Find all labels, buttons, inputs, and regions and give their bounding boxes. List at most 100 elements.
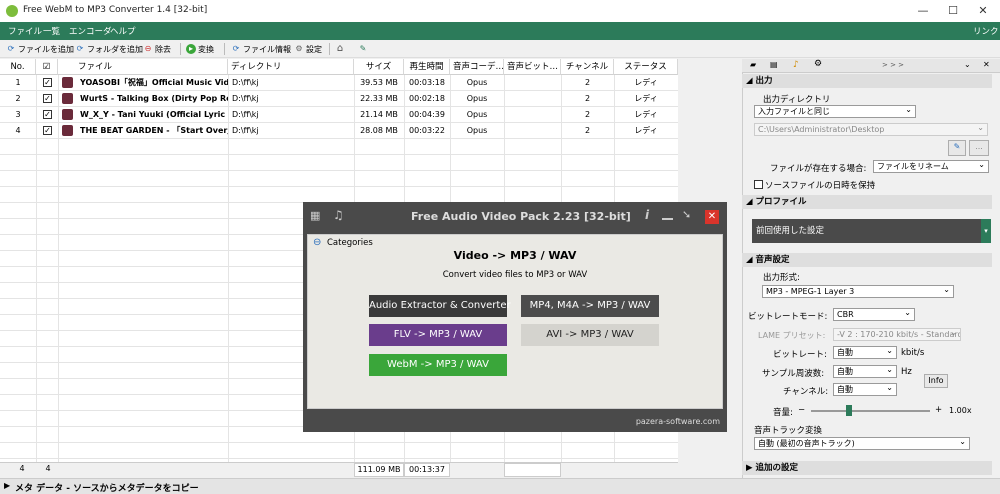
dialog-close-button[interactable]: ✕	[705, 210, 719, 224]
menu-link[interactable]: リンク	[973, 25, 999, 37]
close-button[interactable]: ✕	[968, 0, 998, 22]
document-tab-icon[interactable]: ▤	[770, 60, 778, 69]
convert-button[interactable]: ▸ 変換	[186, 42, 214, 56]
convert-label: 変換	[198, 44, 214, 54]
row-directory: D:\ff\kj	[232, 78, 259, 87]
col-header-status[interactable]: ステータス	[614, 59, 678, 75]
profile-select[interactable]: 前回使用した設定 ▾	[752, 219, 991, 243]
audio-header-label: 音声設定	[755, 255, 790, 265]
bitrate-unit: kbit/s	[901, 348, 925, 358]
output-section-header[interactable]: ◢ 出力	[742, 74, 992, 88]
advanced-section-header[interactable]: ▶ 追加の設定	[742, 461, 992, 475]
more-tabs[interactable]: > > >	[882, 61, 904, 69]
music-tab-icon[interactable]: ♪	[793, 60, 799, 70]
row-size: 28.08 MB	[360, 126, 398, 135]
folder-tab-icon[interactable]: ▰	[750, 60, 756, 69]
col-header-no[interactable]: No.	[0, 59, 36, 75]
row-duration: 00:04:39	[409, 110, 445, 119]
pin-button[interactable]: ✎	[358, 42, 370, 56]
volume-decrease[interactable]: −	[798, 405, 805, 415]
music-icon[interactable]: ♫	[333, 208, 344, 222]
output-dir-select[interactable]: 入力ファイルと同じ	[754, 105, 916, 118]
file-thumbnail-icon	[62, 125, 73, 136]
minimize-button[interactable]: —	[908, 0, 938, 22]
minimize-icon[interactable]	[662, 211, 673, 220]
settings-button[interactable]: ⚙ 設定	[294, 42, 322, 56]
volume-slider-handle[interactable]	[846, 405, 852, 416]
bitrate-select[interactable]: 自動	[833, 346, 897, 359]
row-file: WurtS - Talking Box (Dirty Pop Remix) …	[80, 94, 228, 103]
info-icon[interactable]: i	[645, 208, 649, 222]
row-codec: Opus	[466, 126, 488, 135]
menu-help[interactable]: ヘルプ	[110, 25, 136, 37]
keep-date-label: ソースファイルの日時を保持	[765, 181, 876, 191]
file-exists-select[interactable]: ファイルをリネーム	[873, 160, 989, 173]
row-checkbox[interactable]: ✓	[43, 110, 52, 119]
col-header-size[interactable]: サイズ	[354, 59, 404, 75]
col-header-duration[interactable]: 再生時間	[404, 59, 450, 75]
row-size: 21.14 MB	[360, 110, 398, 119]
advanced-header-label: 追加の設定	[755, 463, 799, 473]
col-header-codec[interactable]: 音声コーデ…	[450, 59, 504, 75]
flv-button[interactable]: FLV -> MP3 / WAV	[369, 324, 507, 346]
status-bar[interactable]: ▶ メタ データ - ソースからメタデータをコピー	[0, 478, 1000, 494]
row-file: THE BEAT GARDEN - 「Start Over」(O…	[80, 126, 228, 135]
audio-section-header[interactable]: ◢ 音声設定	[742, 253, 992, 267]
dialog-heading: Video -> MP3 / WAV	[453, 249, 577, 262]
keep-date-checkbox[interactable]	[754, 180, 763, 189]
output-path-field[interactable]: C:\Users\Administrator\Desktop	[754, 123, 988, 136]
home-button[interactable]: ⌂	[335, 42, 347, 56]
channels-label: チャンネル:	[783, 387, 829, 397]
chevron-down-icon[interactable]: ⌄	[964, 60, 971, 69]
title-bar: Free WebM to MP3 Converter 1.4 [32-bit] …	[0, 0, 1000, 22]
menu-file[interactable]: ファイル	[8, 25, 42, 37]
row-status: レディ	[634, 110, 658, 119]
edit-path-button[interactable]: ✎	[948, 140, 966, 156]
col-header-bitrate[interactable]: 音声ビット…	[504, 59, 561, 75]
close-icon[interactable]: ✕	[983, 60, 990, 69]
volume-increase[interactable]: +	[935, 405, 942, 415]
dialog-footer-link[interactable]: pazera-software.com	[560, 417, 720, 426]
profile-section-header[interactable]: ◢ プロファイル	[742, 195, 992, 209]
maximize-button[interactable]: ☐	[938, 0, 968, 22]
remove-button[interactable]: ⊖ 除去	[143, 42, 171, 56]
bitrate-mode-select[interactable]: CBR	[833, 308, 915, 321]
film-icon[interactable]: ▦	[310, 209, 320, 222]
avi-button[interactable]: AVI -> MP3 / WAV	[521, 324, 659, 346]
add-file-button[interactable]: ⟳ ファイルを追加	[6, 42, 74, 56]
back-arrow-icon[interactable]: ⊖	[313, 237, 321, 248]
row-checkbox[interactable]: ✓	[43, 126, 52, 135]
window-title: Free WebM to MP3 Converter 1.4 [32-bit]	[23, 5, 208, 15]
col-header-check[interactable]: ☑	[36, 59, 58, 75]
row-checkbox[interactable]: ✓	[43, 94, 52, 103]
col-header-directory[interactable]: ディレクトリ	[228, 59, 354, 75]
info-button[interactable]: Info	[924, 374, 948, 388]
row-channels: 2	[584, 126, 591, 135]
file-info-button[interactable]: ⟳ ファイル情報	[231, 42, 291, 56]
row-size: 22.33 MB	[360, 94, 398, 103]
channels-select[interactable]: 自動	[833, 383, 897, 396]
pin-icon[interactable]: ➘	[682, 208, 691, 221]
row-duration: 00:03:22	[409, 126, 445, 135]
row-checkbox[interactable]: ✓	[43, 78, 52, 87]
mp4-m4a-button[interactable]: MP4, M4A -> MP3 / WAV	[521, 295, 659, 317]
row-no: 1	[15, 78, 21, 87]
menu-encoder[interactable]: エンコーダ	[69, 25, 112, 37]
audio-extractor-button[interactable]: Audio Extractor & Converter	[369, 295, 511, 317]
row-channels: 2	[584, 94, 591, 103]
footer-checked: 4	[45, 464, 51, 473]
menu-list[interactable]: 一覧	[43, 25, 60, 37]
gear-tab-icon[interactable]: ⚙	[814, 59, 822, 69]
add-folder-button[interactable]: ⟳ フォルダを追加	[75, 42, 143, 56]
file-thumbnail-icon	[62, 109, 73, 120]
col-header-channels[interactable]: チャンネル	[561, 59, 614, 75]
sample-rate-select[interactable]: 自動	[833, 365, 897, 378]
audio-track-select[interactable]: 自動 (最初の音声トラック)	[754, 437, 970, 450]
col-header-file[interactable]: ファイル	[58, 59, 228, 75]
volume-slider[interactable]	[811, 410, 930, 412]
format-select[interactable]: MP3 - MPEG-1 Layer 3	[762, 285, 954, 298]
browse-button[interactable]: ...	[969, 140, 989, 156]
categories-link[interactable]: Categories	[327, 238, 373, 248]
webm-button[interactable]: WebM -> MP3 / WAV	[369, 354, 507, 376]
lame-preset-select[interactable]: -V 2 : 170-210 kbit/s - Standard	[833, 328, 961, 341]
